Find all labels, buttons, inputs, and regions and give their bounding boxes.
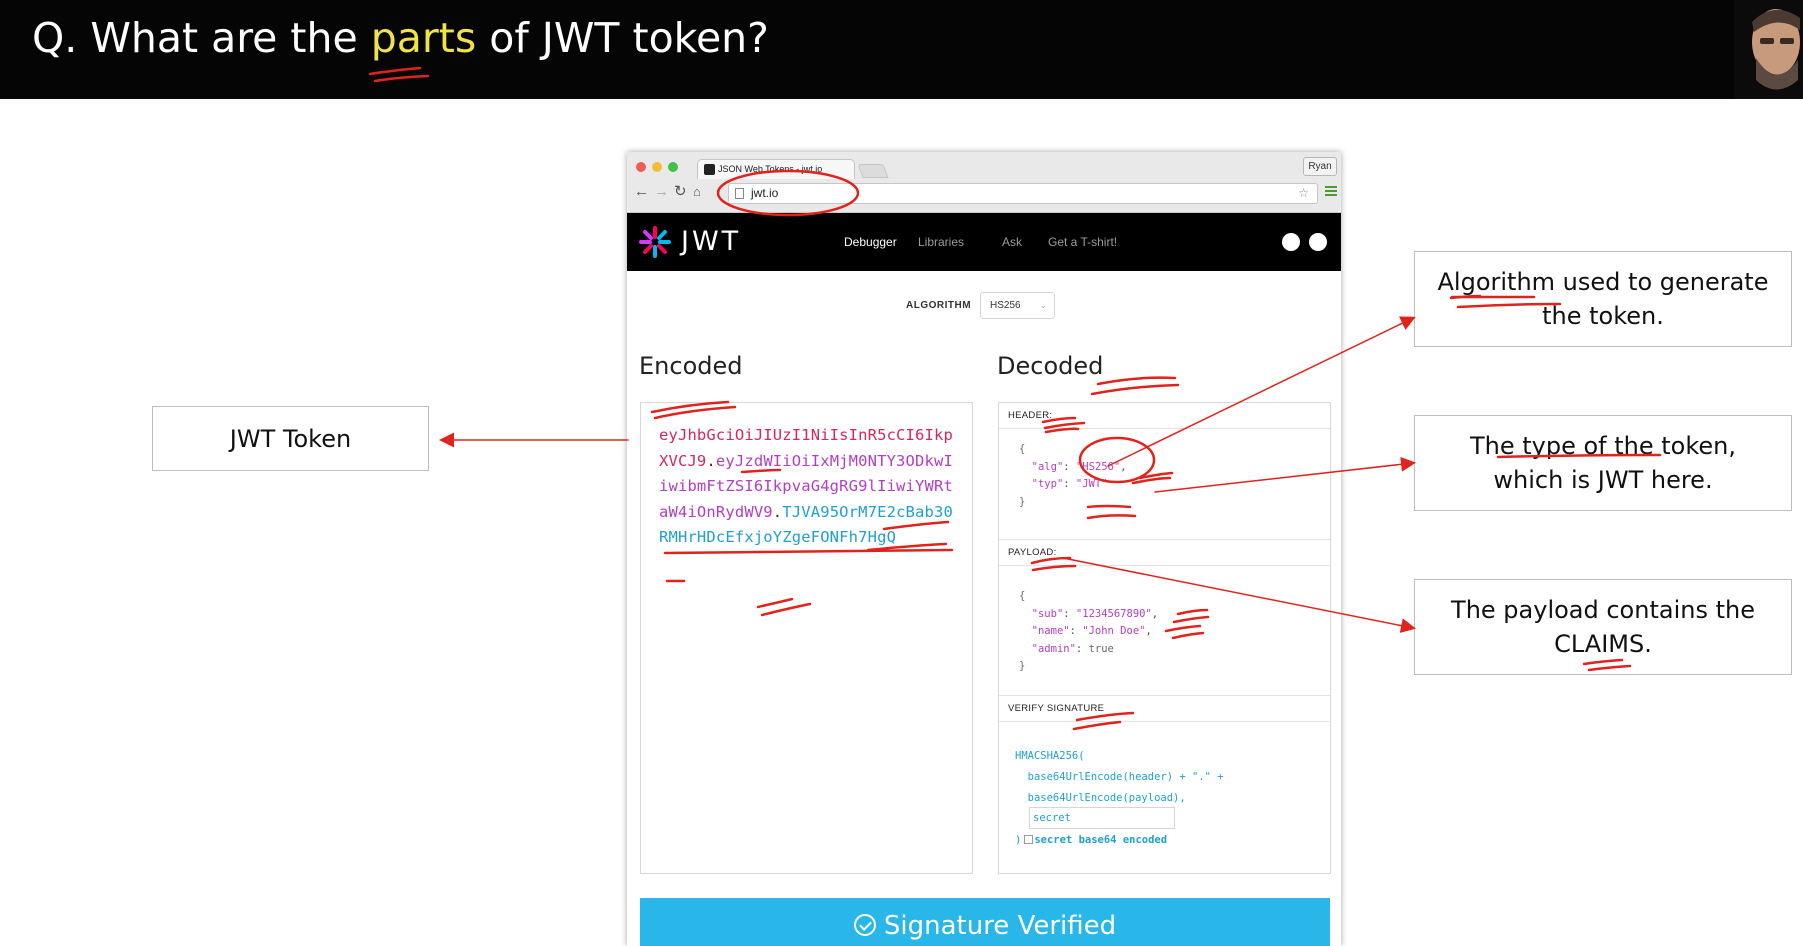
site-logo-text[interactable]: JWT <box>681 226 741 257</box>
reload-icon[interactable]: ↻ <box>674 182 687 202</box>
presenter-webcam <box>1734 0 1803 99</box>
bookmark-star-icon[interactable]: ☆ <box>1298 186 1309 200</box>
page-icon <box>735 188 744 199</box>
signature-section-label: VERIFY SIGNATURE <box>999 696 1330 722</box>
sig-line-1: HMACSHA256( <box>1015 750 1085 762</box>
json-val-admin: true <box>1088 642 1114 655</box>
json-val-sub: "1234567890" <box>1075 607 1152 620</box>
jwt-token-note-text: JWT Token <box>229 424 352 453</box>
jwt-logo-icon[interactable] <box>639 226 671 258</box>
json-brace: } <box>1019 495 1026 508</box>
back-arrow-icon[interactable]: ← <box>634 182 649 202</box>
json-brace: } <box>1019 660 1026 672</box>
json-brace: { <box>1019 443 1026 455</box>
slide-title-bar: Q. What are the parts of JWT token? <box>0 0 1803 99</box>
encoded-token-editor[interactable]: eyJhbGciOiJIUzI1NiIsInR5cCI6IkpXVCJ9.eyJ… <box>640 402 973 874</box>
algorithm-note-text: Algorithm used to generate the token. <box>1437 268 1769 330</box>
json-val-alg: "HS256" <box>1075 460 1121 473</box>
algorithm-label: ALGORITHM <box>906 300 972 311</box>
nav-debugger[interactable]: Debugger <box>844 235 897 249</box>
nav-libraries[interactable]: Libraries <box>918 235 964 249</box>
json-key-alg: "alg" <box>1031 460 1064 473</box>
payload-section-label: PAYLOAD: <box>999 540 1330 566</box>
base64-checkbox[interactable] <box>1024 835 1034 844</box>
new-tab-button[interactable] <box>857 164 889 178</box>
json-key-name: "name" <box>1031 625 1070 637</box>
encoded-heading: Encoded <box>639 352 743 380</box>
algorithm-select[interactable]: HS256 ⌄ <box>980 292 1055 319</box>
profile-button[interactable]: Ryan <box>1303 157 1337 176</box>
auth0-icon[interactable] <box>1282 233 1300 251</box>
base64-label: secret base64 encoded <box>1034 834 1168 846</box>
menu-icon[interactable] <box>1325 186 1337 198</box>
header-section-label: HEADER: <box>999 403 1330 429</box>
json-key-typ: "typ" <box>1031 478 1064 490</box>
title-prefix: Q. What are the <box>32 14 371 62</box>
tab-title: JSON Web Tokens - jwt.io <box>718 164 823 174</box>
json-key-sub: "sub" <box>1031 607 1064 620</box>
maximize-window-button[interactable] <box>668 162 678 172</box>
encoded-token[interactable]: eyJhbGciOiJIUzI1NiIsInR5cCI6IkpXVCJ9.eyJ… <box>659 423 959 551</box>
title-highlight: parts <box>370 14 477 62</box>
payload-json[interactable]: { "sub": "1234567890", "name": "John Doe… <box>1019 588 1158 676</box>
chevron-down-icon: ⌄ <box>1039 300 1047 310</box>
json-key-admin: "admin" <box>1031 642 1076 655</box>
nav-tshirt[interactable]: Get a T-shirt! <box>1048 235 1117 249</box>
browser-chrome: JSON Web Tokens - jwt.io Ryan ← → ↻ ⌂ jw… <box>627 152 1341 213</box>
forward-arrow-icon[interactable]: → <box>654 182 669 202</box>
site-navbar: JWT Debugger Libraries Ask Get a T-shirt… <box>627 213 1341 271</box>
minimize-window-button[interactable] <box>652 162 662 172</box>
decoded-heading: Decoded <box>997 352 1104 380</box>
token-dot-1: . <box>706 451 716 470</box>
jwt-token-note: JWT Token <box>152 406 429 471</box>
header-json[interactable]: { "alg": "HS256", "typ": "JWT" } <box>1019 441 1127 511</box>
slide-title: Q. What are the parts of JWT token? <box>32 14 769 62</box>
secret-input[interactable]: secret <box>1029 807 1175 829</box>
payload-note-text: The payload contains the CLAIMS. <box>1451 596 1755 658</box>
address-bar[interactable]: jwt.io ☆ <box>728 183 1318 204</box>
algorithm-note: Algorithm used to generate the token. <box>1414 251 1792 347</box>
signature-formula: HMACSHA256( base64UrlEncode(header) + ".… <box>1015 746 1224 809</box>
decoded-panel: HEADER: { "alg": "HS256", "typ": "JWT" }… <box>998 402 1331 874</box>
base64-option: ) secret base64 encoded <box>1015 834 1167 846</box>
algorithm-value: HS256 <box>990 300 1021 311</box>
browser-window: JSON Web Tokens - jwt.io Ryan ← → ↻ ⌂ jw… <box>627 152 1341 946</box>
check-circle-icon <box>853 914 876 936</box>
home-icon[interactable]: ⌂ <box>693 182 701 202</box>
type-note: The type of the token, which is JWT here… <box>1414 415 1792 511</box>
sig-line-2: base64UrlEncode(header) + "." + <box>1015 771 1224 783</box>
close-window-button[interactable] <box>636 162 646 172</box>
twitter-icon[interactable] <box>1309 233 1327 251</box>
json-brace: { <box>1019 590 1026 602</box>
json-val-name: "John Doe" <box>1082 625 1146 637</box>
sig-close-paren: ) <box>1015 834 1022 846</box>
payload-note: The payload contains the CLAIMS. <box>1414 579 1792 675</box>
sig-line-3: base64UrlEncode(payload), <box>1015 792 1186 804</box>
json-val-typ: "JWT" <box>1075 478 1108 490</box>
jwt-favicon-icon <box>704 164 715 175</box>
browser-tab[interactable]: JSON Web Tokens - jwt.io <box>697 159 855 179</box>
verified-text: Signature Verified <box>883 911 1117 941</box>
token-dot-2: . <box>772 502 783 521</box>
title-suffix: of JWT token? <box>476 14 769 62</box>
signature-verified-banner: Signature Verified <box>640 898 1330 946</box>
url-text: jwt.io <box>751 186 779 200</box>
type-note-text: The type of the token, which is JWT here… <box>1469 432 1737 494</box>
nav-ask[interactable]: Ask <box>1002 235 1022 249</box>
